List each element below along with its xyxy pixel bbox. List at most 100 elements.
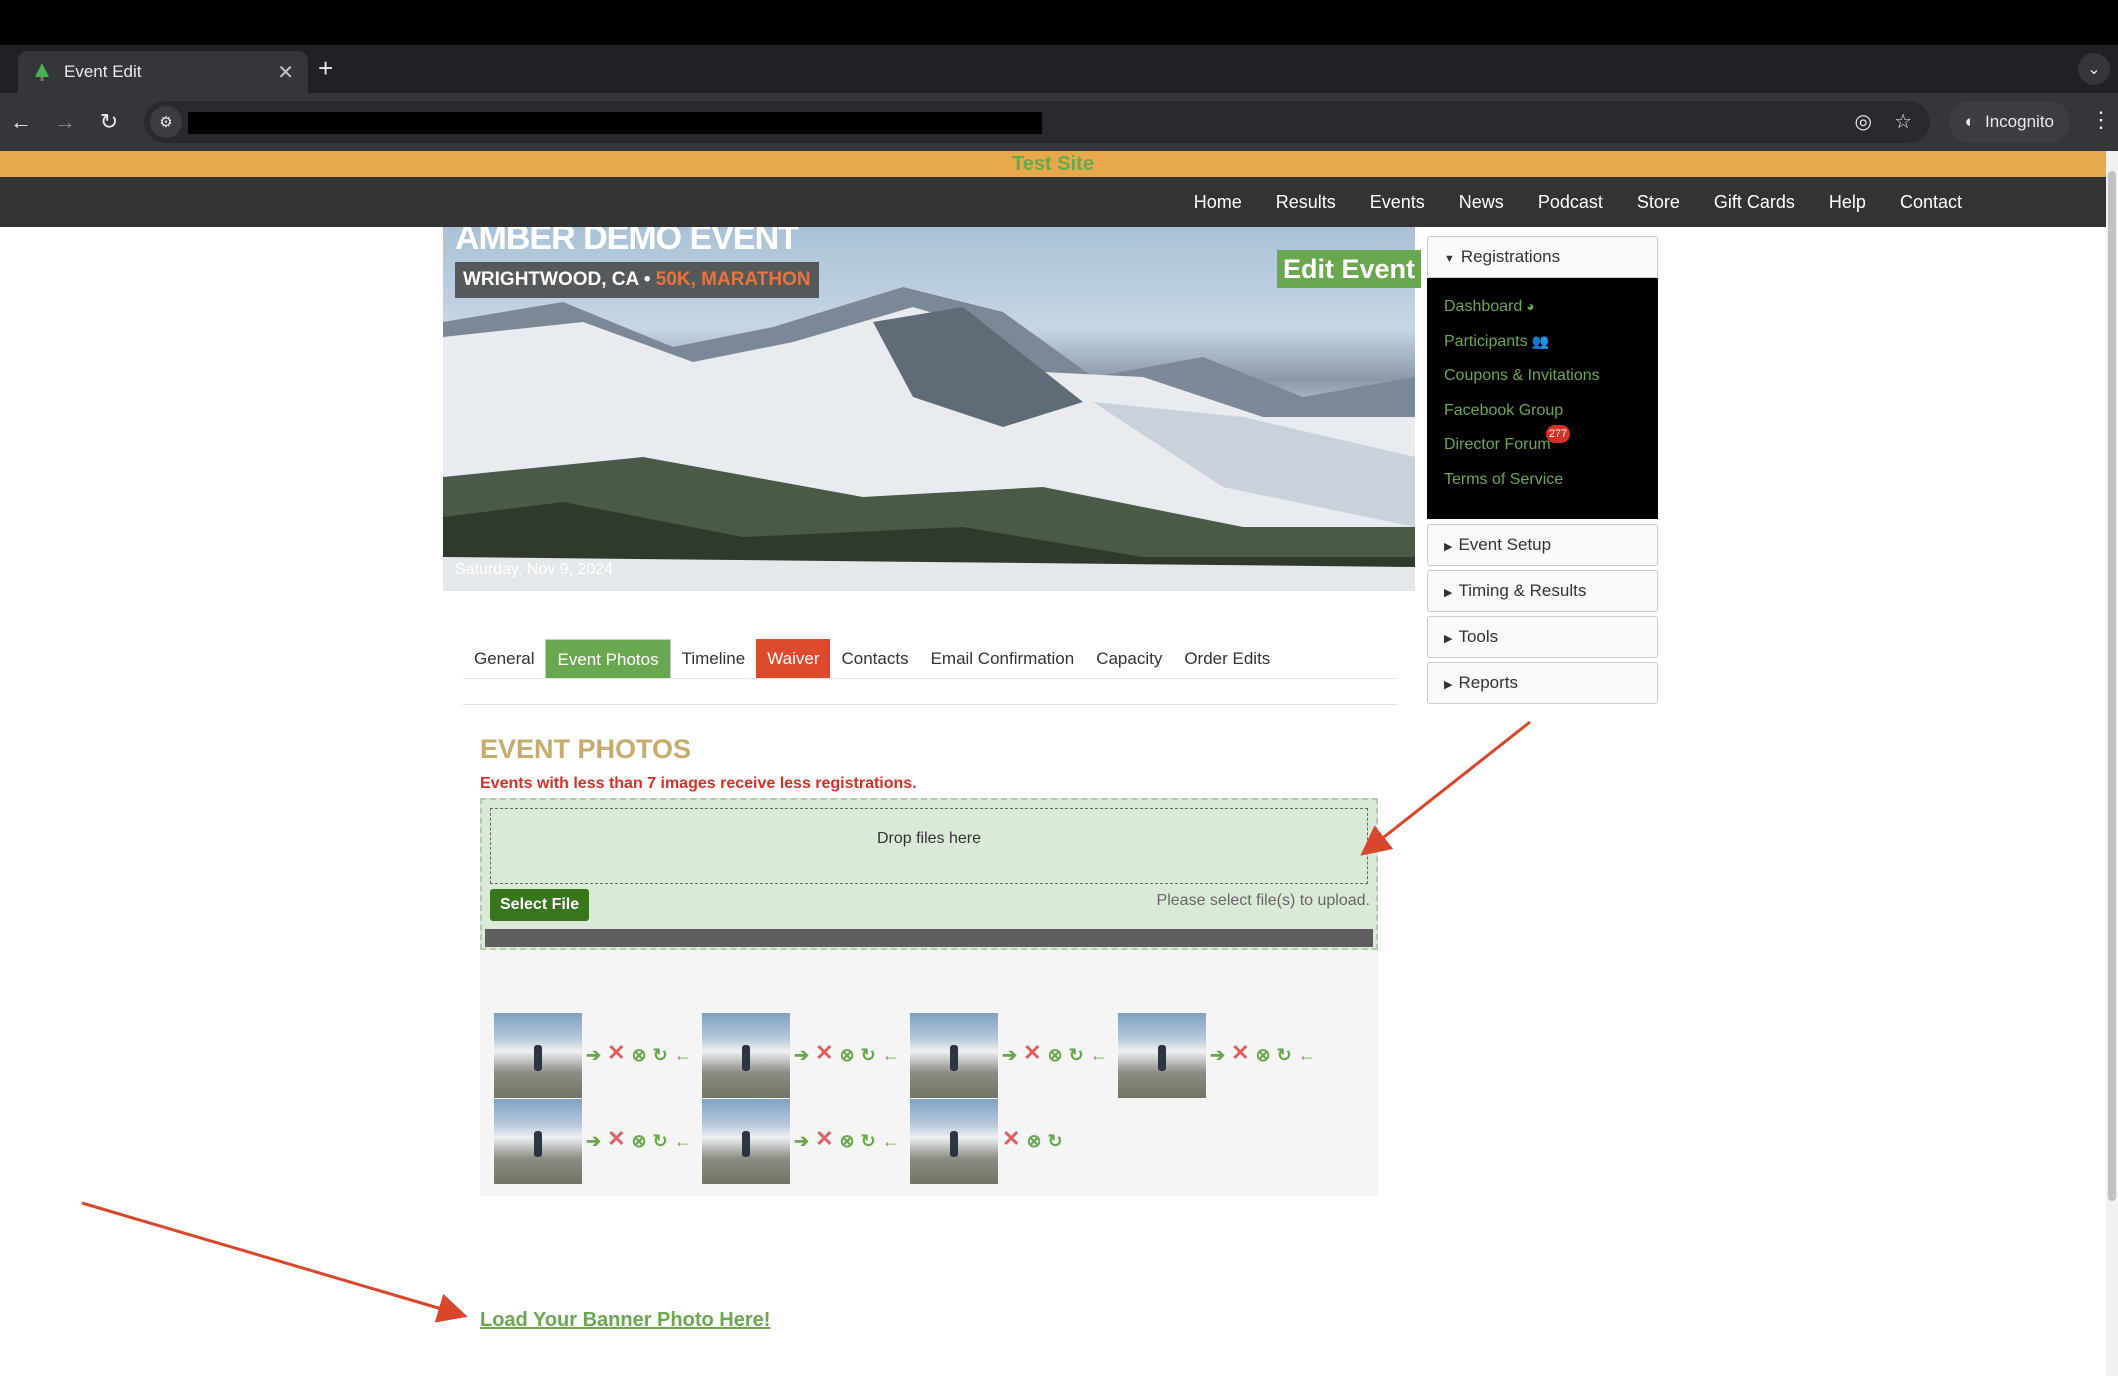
tab-search-icon[interactable]: ⌄ [2078,53,2110,85]
tab-order-edits[interactable]: Order Edits [1173,639,1281,679]
rotate-icon[interactable]: ↻ [653,1045,668,1066]
nav-contact[interactable]: Contact [1900,177,1962,227]
tab-general[interactable]: General [463,639,545,679]
rotate-icon[interactable]: ↻ [653,1131,668,1152]
tab-contacts[interactable]: Contacts [830,639,919,679]
photo-thumbnail[interactable] [910,1013,998,1098]
photo-uploader: Drop files here Select File Please selec… [480,798,1378,950]
registrations-toggle[interactable]: ▼ Registrations [1427,236,1658,278]
scroll-thumb[interactable] [2108,171,2116,1201]
close-tab-icon[interactable]: ✕ [277,60,294,85]
photo-thumbnail[interactable] [1118,1013,1206,1098]
remove-icon[interactable]: ⊗ [1026,1131,1041,1152]
remove-icon[interactable]: ⊗ [1256,1045,1271,1066]
remove-icon[interactable]: ⊗ [632,1131,647,1152]
sidebar-item-director-forum[interactable]: Director Forum 277 [1444,425,1658,471]
event-setup-toggle[interactable]: ▶ Event Setup [1427,524,1658,566]
users-icon: 👥 [1531,332,1550,349]
move-left-icon[interactable]: ← [882,1045,900,1066]
photo-thumbnail[interactable] [494,1099,582,1184]
move-right-icon[interactable]: ➔ [1210,1045,1225,1066]
photo-item: ➔ ✕ ⊗ ↻ ← [1118,1013,1316,1098]
move-right-icon[interactable]: ➔ [586,1131,601,1152]
bookmark-star-icon[interactable]: ☆ [1894,109,1912,134]
photo-thumbnail[interactable] [910,1099,998,1184]
load-banner-link[interactable]: Load Your Banner Photo Here! [480,1309,770,1332]
tools-toggle[interactable]: ▶ Tools [1427,616,1658,658]
move-left-icon[interactable]: ← [674,1045,692,1066]
remove-icon[interactable]: ⊗ [632,1045,647,1066]
photo-item: ➔ ✕ ⊗ ↻ ← [910,1013,1108,1098]
delete-icon[interactable]: ✕ [815,1126,833,1152]
delete-icon[interactable]: ✕ [1002,1126,1020,1152]
rotate-icon[interactable]: ↻ [861,1131,876,1152]
incognito-chip[interactable]: ◐ Incognito [1948,101,2070,143]
nav-events[interactable]: Events [1370,177,1425,227]
sidebar-item-terms[interactable]: Terms of Service [1444,471,1658,506]
photo-thumbnail[interactable] [702,1099,790,1184]
nav-store[interactable]: Store [1637,177,1680,227]
move-right-icon[interactable]: ➔ [794,1045,809,1066]
move-right-icon[interactable]: ➔ [1002,1045,1017,1066]
photo-thumbnail[interactable] [494,1013,582,1098]
nav-news[interactable]: News [1459,177,1504,227]
select-file-button[interactable]: Select File [490,889,590,921]
eye-off-icon[interactable]: ◎ [1855,109,1872,134]
forward-icon[interactable]: → [50,107,80,137]
nav-gift-cards[interactable]: Gift Cards [1714,177,1795,227]
rotate-icon[interactable]: ↻ [861,1045,876,1066]
rotate-icon[interactable]: ↻ [1277,1045,1292,1066]
move-left-icon[interactable]: ← [882,1131,900,1152]
move-right-icon[interactable]: ➔ [586,1045,601,1066]
remove-icon[interactable]: ⊗ [1048,1045,1063,1066]
address-bar[interactable]: ⚙ ◎ ☆ [144,101,1930,143]
sidebar-item-coupons[interactable]: Coupons & Invitations [1444,367,1658,402]
sidebar-item-participants[interactable]: Participants 👥 [1444,333,1658,368]
reload-icon[interactable]: ↻ [94,107,124,137]
event-date: Saturday, Nov 9, 2024 [455,561,614,578]
rotate-icon[interactable]: ↻ [1069,1045,1084,1066]
search-icon[interactable]: ⌕ [1388,232,1396,249]
runner-figure [950,1131,958,1157]
event-title: AMBER DEMO EVENT [455,227,799,257]
new-tab-button[interactable]: + [318,52,333,84]
tab-capacity[interactable]: Capacity [1085,639,1173,679]
photo-thumbnail[interactable] [702,1013,790,1098]
nav-podcast[interactable]: Podcast [1538,177,1603,227]
sidebar-item-dashboard[interactable]: Dashboard ◕ [1444,298,1658,333]
photo-item: ➔ ✕ ⊗ ↻ ← [702,1099,900,1184]
nav-help[interactable]: Help [1829,177,1866,227]
delete-icon[interactable]: ✕ [1023,1040,1041,1066]
move-left-icon[interactable]: ← [674,1131,692,1152]
move-left-icon[interactable]: ← [1090,1045,1108,1066]
nav-results[interactable]: Results [1276,177,1336,227]
drop-zone[interactable]: Drop files here [490,808,1368,884]
edit-event-button[interactable]: Edit Event [1277,250,1422,288]
tree-favicon-icon [32,62,52,82]
tab-email-confirmation[interactable]: Email Confirmation [920,639,1086,679]
photo-controls: ➔ ✕ ⊗ ↻ ← [1002,1040,1108,1069]
page-scrollbar[interactable] [2106,151,2118,1376]
nav-home[interactable]: Home [1194,177,1242,227]
back-icon[interactable]: ← [6,107,36,137]
remove-icon[interactable]: ⊗ [840,1131,855,1152]
delete-icon[interactable]: ✕ [815,1040,833,1066]
tab-event-photos[interactable]: Event Photos [545,639,671,679]
delete-icon[interactable]: ✕ [607,1040,625,1066]
site-info-icon[interactable]: ⚙ [150,106,182,138]
photo-controls: ➔ ✕ ⊗ ↻ ← [586,1126,692,1155]
browser-tab[interactable]: Event Edit ✕ [18,51,308,93]
timing-results-toggle[interactable]: ▶ Timing & Results [1427,570,1658,612]
reports-toggle[interactable]: ▶ Reports [1427,662,1658,704]
delete-icon[interactable]: ✕ [1231,1040,1249,1066]
move-right-icon[interactable]: ➔ [794,1131,809,1152]
move-left-icon[interactable]: ← [1298,1045,1316,1066]
rotate-icon[interactable]: ↻ [1048,1131,1063,1152]
tab-waiver[interactable]: Waiver [756,639,831,679]
arrow-to-dropzone [1360,720,1531,856]
remove-icon[interactable]: ⊗ [840,1045,855,1066]
browser-menu-icon[interactable]: ⋮ [2090,107,2112,133]
photo-controls: ➔ ✕ ⊗ ↻ ← [586,1040,692,1069]
delete-icon[interactable]: ✕ [607,1126,625,1152]
tab-timeline[interactable]: Timeline [671,639,757,679]
